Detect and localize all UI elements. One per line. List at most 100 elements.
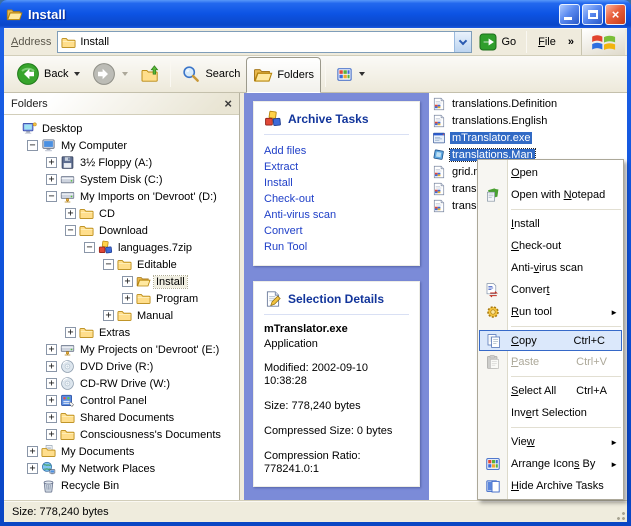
tree-item[interactable]: +3½ Floppy (A:) [4,154,239,171]
tree-item[interactable]: + CD-RW Drive (W:) [4,375,239,392]
window-controls: × [559,4,631,25]
tree-expand-toggle[interactable]: + [46,344,57,355]
back-label: Back [44,68,68,80]
tree-item[interactable]: −My Imports on 'Devroot' (D:) [4,188,239,205]
address-dropdown-button[interactable] [454,32,471,52]
tree-item[interactable]: −My Computer [4,137,239,154]
tree-expand-toggle[interactable]: + [46,412,57,423]
views-dropdown[interactable] [359,72,365,76]
tree-expand-toggle[interactable]: + [65,327,76,338]
menu-item-check-out[interactable]: Check-out [478,235,623,257]
tree-item[interactable]: +Install [4,273,239,290]
folders-button[interactable]: Folders [246,57,321,93]
tree-expand-toggle[interactable]: − [46,191,57,202]
tree-expand-toggle[interactable]: + [46,429,57,440]
task-pane: Archive Tasks Add filesExtractInstallChe… [244,93,429,500]
address-input[interactable]: Install [57,31,472,53]
views-button[interactable] [330,58,371,90]
file-item[interactable]: mTranslator.exe [429,129,627,146]
tree-item[interactable]: +My Network Places [4,460,239,477]
tree-item[interactable]: +Manual [4,307,239,324]
tree-item[interactable]: +My Documents [4,443,239,460]
task-link[interactable]: Extract [264,159,409,175]
tree-expand-toggle[interactable]: − [103,259,114,270]
tree-item[interactable]: + Consciousness's Documents [4,426,239,443]
tree-item-label: CD-RW Drive (W:) [78,378,172,390]
selection-details-fields: Modified: 2002-09-10 10:38:28Size: 778,2… [264,362,409,476]
tree-expand-toggle[interactable]: − [84,242,95,253]
tree-expand-toggle[interactable]: + [27,463,38,474]
toolbar-overflow-chevron[interactable]: » [564,36,577,48]
minimize-button[interactable] [559,4,580,25]
tree-expand-toggle[interactable]: + [27,446,38,457]
menu-item-anti-virus-scan[interactable]: Anti-virus scan [478,257,623,279]
tree-item-label: Consciousness's Documents [78,429,223,441]
tree-expand-toggle[interactable]: + [46,157,57,168]
search-button[interactable]: Search [175,58,246,90]
tree-expand-toggle[interactable]: + [46,174,57,185]
file-menu[interactable]: File [530,36,564,48]
file-item[interactable]: translations.English [429,112,627,129]
tree-expand-toggle[interactable]: − [65,225,76,236]
tree-item[interactable]: Recycle Bin [4,477,239,494]
explorer-window: Install × Address Install Go File » Back [0,0,631,526]
tree-item[interactable]: +Control Panel [4,392,239,409]
menu-item-install[interactable]: Install [478,213,623,235]
file-item[interactable]: translations.Definition [429,95,627,112]
task-link[interactable]: Convert [264,223,409,239]
menu-item-shortcut: Ctrl+C [574,335,617,347]
tree-expand-toggle[interactable]: + [103,310,114,321]
desktop-icon [22,121,37,136]
tree-item[interactable]: +CD [4,205,239,222]
tree-item[interactable]: +Program [4,290,239,307]
close-button[interactable]: × [605,4,626,25]
tree-item[interactable]: −Editable [4,256,239,273]
tree-expand-toggle[interactable]: − [27,140,38,151]
up-button[interactable] [134,58,166,90]
menu-item-hide-archive-tasks[interactable]: Hide Archive Tasks [478,475,623,497]
menu-item-open[interactable]: Open [478,162,623,184]
menu-item-convert[interactable]: Convert [478,279,623,301]
tree-expand-toggle[interactable]: + [46,361,57,372]
tree-item[interactable]: +My Projects on 'Devroot' (E:) [4,341,239,358]
tree-expand-toggle[interactable]: + [46,378,57,389]
back-button[interactable]: Back [10,58,86,90]
menu-item-paste: PasteCtrl+V [478,351,623,373]
up-folder-icon [140,64,160,84]
tree-expand-toggle[interactable]: + [122,276,133,287]
tree-expand-toggle[interactable]: + [65,208,76,219]
resize-grip[interactable] [613,508,626,521]
folder-icon [60,427,75,442]
menu-item-arrange-icons-by[interactable]: Arrange Icons By► [478,453,623,475]
task-link[interactable]: Run Tool [264,239,409,255]
menu-item-copy[interactable]: CopyCtrl+C [479,330,622,351]
folders-panel-title: Folders [11,98,48,110]
tree-item[interactable]: −languages.7zip [4,239,239,256]
menu-item-run-tool[interactable]: Run tool► [478,301,623,323]
menu-item-label: View [508,436,535,448]
forward-button[interactable] [86,58,134,90]
maximize-button[interactable] [582,4,603,25]
tree-expand-toggle[interactable]: + [122,293,133,304]
tree-item[interactable]: Desktop [4,120,239,137]
task-link[interactable]: Add files [264,143,409,159]
tree-item[interactable]: −Download [4,222,239,239]
task-link[interactable]: Install [264,175,409,191]
close-folders-button[interactable]: × [224,97,232,110]
task-link[interactable]: Anti-virus scan [264,207,409,223]
forward-dropdown[interactable] [122,72,128,76]
menu-item-view[interactable]: View► [478,431,623,453]
tree-item[interactable]: +System Disk (C:) [4,171,239,188]
menu-item-open-with-notepad[interactable]: Open with Notepad [478,184,623,206]
go-button[interactable]: Go [472,29,523,55]
back-dropdown[interactable] [74,72,80,76]
tree-item[interactable]: +Shared Documents [4,409,239,426]
menu-item-invert-selection[interactable]: Invert Selection [478,402,623,424]
tree-item[interactable]: +DVD Drive (R:) [4,358,239,375]
network-drive-icon [60,342,75,357]
tree-item[interactable]: +Extras [4,324,239,341]
tree-expand-toggle[interactable]: + [46,395,57,406]
menu-item-select-all[interactable]: Select AllCtrl+A [478,380,623,402]
menu-item-icon-slot [478,478,508,494]
task-link[interactable]: Check-out [264,191,409,207]
